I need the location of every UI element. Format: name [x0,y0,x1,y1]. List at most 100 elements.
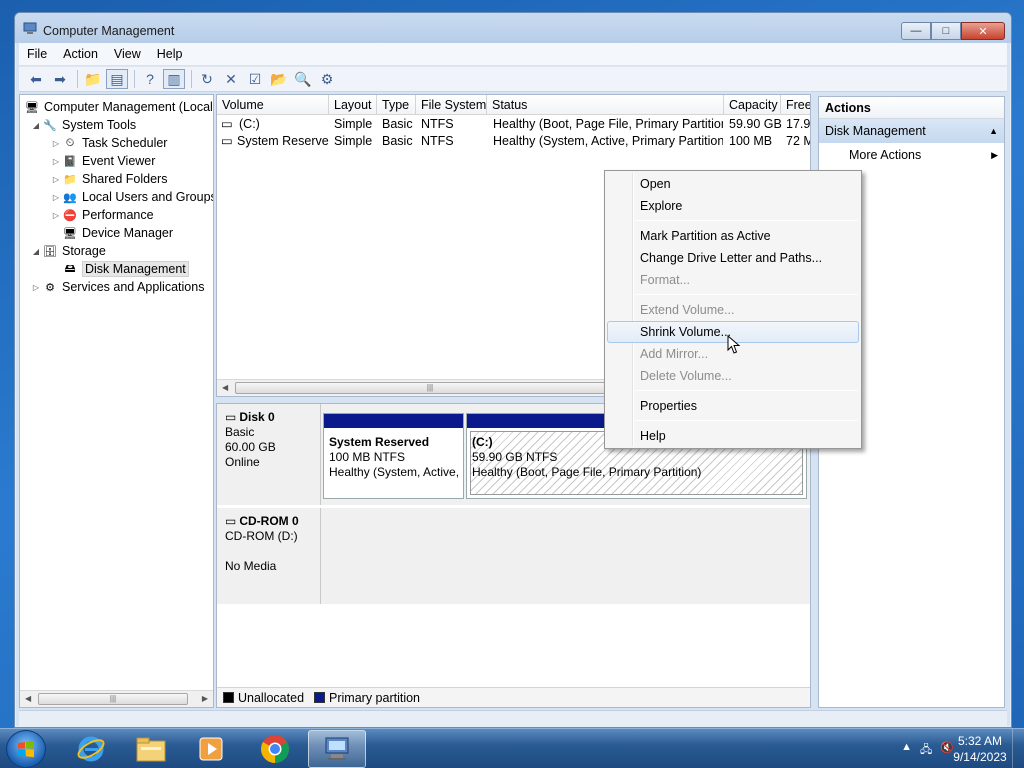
computer-management-icon [325,737,349,760]
tree-item-device-manager[interactable]: 🖥 Device Manager [50,224,173,242]
drive-icon: ▭ [221,117,233,131]
actions-section-disk-management[interactable]: Disk Management ▲ [819,119,1004,143]
show-hide-tree-icon[interactable]: ▤ [106,69,128,89]
maximize-button[interactable]: □ [931,22,961,40]
tree-item-system-tools[interactable]: ◢ 🔧 System Tools [30,116,136,134]
device-manager-icon: 🖥 [63,227,77,240]
close-button[interactable]: ✕ [961,22,1005,40]
disk-size: 60.00 GB [225,440,276,454]
expand-triangle-icon[interactable]: ▷ [30,283,42,292]
menu-separator [635,420,858,421]
folder-icon [136,737,166,762]
table-row[interactable]: ▭ (C:) Simple Basic NTFS Healthy (Boot, … [217,116,810,133]
menu-item-help[interactable]: Help [607,425,859,447]
taskbar-clock[interactable]: 5:32 AM 9/14/2023 [950,733,1010,765]
tree-item-local-users-and-groups[interactable]: ▷ 👥 Local Users and Groups [50,188,213,206]
event-viewer-icon: 📓 [63,155,77,168]
column-header-volume[interactable]: Volume [217,95,329,115]
cd-rom-icon: ▭ [225,514,237,528]
more-actions-label: More Actions [849,148,922,162]
settings-icon[interactable]: ⚙ [316,69,338,89]
column-header-free[interactable]: Free [781,95,810,115]
volume-status: Healthy (System, Active, Primary Partiti… [493,134,723,148]
submenu-arrow-icon: ▶ [991,150,998,160]
scrollbar-thumb[interactable]: ||| [235,382,625,394]
scrollbar-thumb[interactable]: ||| [38,693,188,705]
expand-triangle-icon[interactable]: ▷ [50,175,62,184]
task-scheduler-icon: ⏲ [65,136,75,149]
refresh-icon[interactable]: ↻ [196,69,218,89]
menu-file[interactable]: File [27,47,47,61]
local-users-icon: 👥 [63,191,77,204]
tree-item-services-and-applications[interactable]: ▷ ⚙ Services and Applications [30,278,205,296]
taskbar-chrome[interactable] [246,730,304,768]
up-folder-icon[interactable]: 📁 [82,69,104,89]
tree-item-task-scheduler[interactable]: ▷ ⏲ Task Scheduler [50,134,168,152]
title-bar[interactable]: Computer Management — □ ✕ [15,13,1011,43]
taskbar-internet-explorer[interactable] [62,730,120,768]
menu-separator [635,294,858,295]
collapse-up-icon[interactable]: ▲ [989,119,998,143]
volume-free: 72 M [786,134,810,148]
expand-triangle-icon[interactable]: ▷ [50,139,62,148]
volume-capacity: 59.90 GB [729,117,782,131]
tree-item-event-viewer[interactable]: ▷ 📓 Event Viewer [50,152,156,170]
tree-item-storage[interactable]: ◢ 🗄 Storage [30,242,106,260]
legend-primary-partition: Primary partition [329,690,421,705]
delete-icon[interactable]: ✕ [220,69,242,89]
menu-item-change-drive-letter[interactable]: Change Drive Letter and Paths... [607,247,859,269]
storage-icon: 🗄 [43,245,57,258]
menu-item-mark-partition-active[interactable]: Mark Partition as Active [607,225,859,247]
forward-arrow-icon[interactable]: ➡ [49,69,71,89]
taskbar-computer-management[interactable] [308,730,366,768]
cd-rom-0-label[interactable]: ▭ CD-ROM 0 CD-ROM (D:) No Media [217,508,321,604]
partition-system-reserved[interactable]: System Reserved 100 MB NTFS Healthy (Sys… [323,413,464,499]
help-icon[interactable]: ? [139,69,161,89]
column-header-layout[interactable]: Layout [329,95,377,115]
volume-type: Basic [382,117,413,131]
more-actions-item[interactable]: More Actions ▶ [819,143,1004,167]
menu-action[interactable]: Action [63,47,98,61]
menu-item-properties[interactable]: Properties [607,395,859,417]
search-icon[interactable]: 🔍 [292,69,314,89]
table-row[interactable]: ▭ System Reserved Simple Basic NTFS Heal… [217,133,810,150]
computer-management-icon: 🖥 [25,101,39,114]
show-hidden-icons-icon[interactable]: ▲ [901,741,912,760]
collapse-triangle-icon[interactable]: ◢ [30,121,42,130]
properties-icon[interactable]: ☑ [244,69,266,89]
show-hide-action-pane-icon[interactable]: ▥ [163,69,185,89]
column-header-capacity[interactable]: Capacity [724,95,781,115]
menu-help[interactable]: Help [157,47,183,61]
tree-item-computer-management[interactable]: 🖥 Computer Management (Local [24,98,213,116]
partition-name: (C:) [472,435,493,449]
open-folder-icon[interactable]: 📂 [268,69,290,89]
taskbar-media-player[interactable] [182,730,240,768]
tree-horizontal-scrollbar[interactable]: ◀ ||| ▶ [20,690,213,707]
menu-item-explore[interactable]: Explore [607,195,859,217]
collapse-triangle-icon[interactable]: ◢ [30,247,42,256]
volume-capacity: 100 MB [729,134,773,148]
minimize-button[interactable]: — [901,22,931,40]
tree-item-disk-management[interactable]: 🖴 Disk Management [50,260,189,278]
actions-header: Actions [819,97,1004,119]
column-header-status[interactable]: Status [487,95,724,115]
column-header-type[interactable]: Type [377,95,416,115]
back-arrow-icon[interactable]: ⬅ [25,69,47,89]
start-button[interactable] [6,730,46,768]
expand-triangle-icon[interactable]: ▷ [50,193,62,202]
tree-item-shared-folders[interactable]: ▷ 📁 Shared Folders [50,170,168,188]
scroll-left-icon[interactable]: ◀ [222,383,228,392]
scroll-left-icon[interactable]: ◀ [25,694,31,703]
menu-view[interactable]: View [114,47,141,61]
tree-item-performance[interactable]: ▷ ⛔ Performance [50,206,154,224]
expand-triangle-icon[interactable]: ▷ [50,157,62,166]
menu-separator [635,220,858,221]
network-icon[interactable]: 🖧 [920,741,932,760]
taskbar-file-explorer[interactable] [122,730,180,768]
expand-triangle-icon[interactable]: ▷ [50,211,62,220]
disk-0-label[interactable]: ▭ Disk 0 Basic 60.00 GB Online [217,404,321,505]
column-header-file-system[interactable]: File System [416,95,487,115]
show-desktop-button[interactable] [1012,729,1024,768]
menu-item-open[interactable]: Open [607,173,859,195]
scroll-right-icon[interactable]: ▶ [202,694,208,703]
